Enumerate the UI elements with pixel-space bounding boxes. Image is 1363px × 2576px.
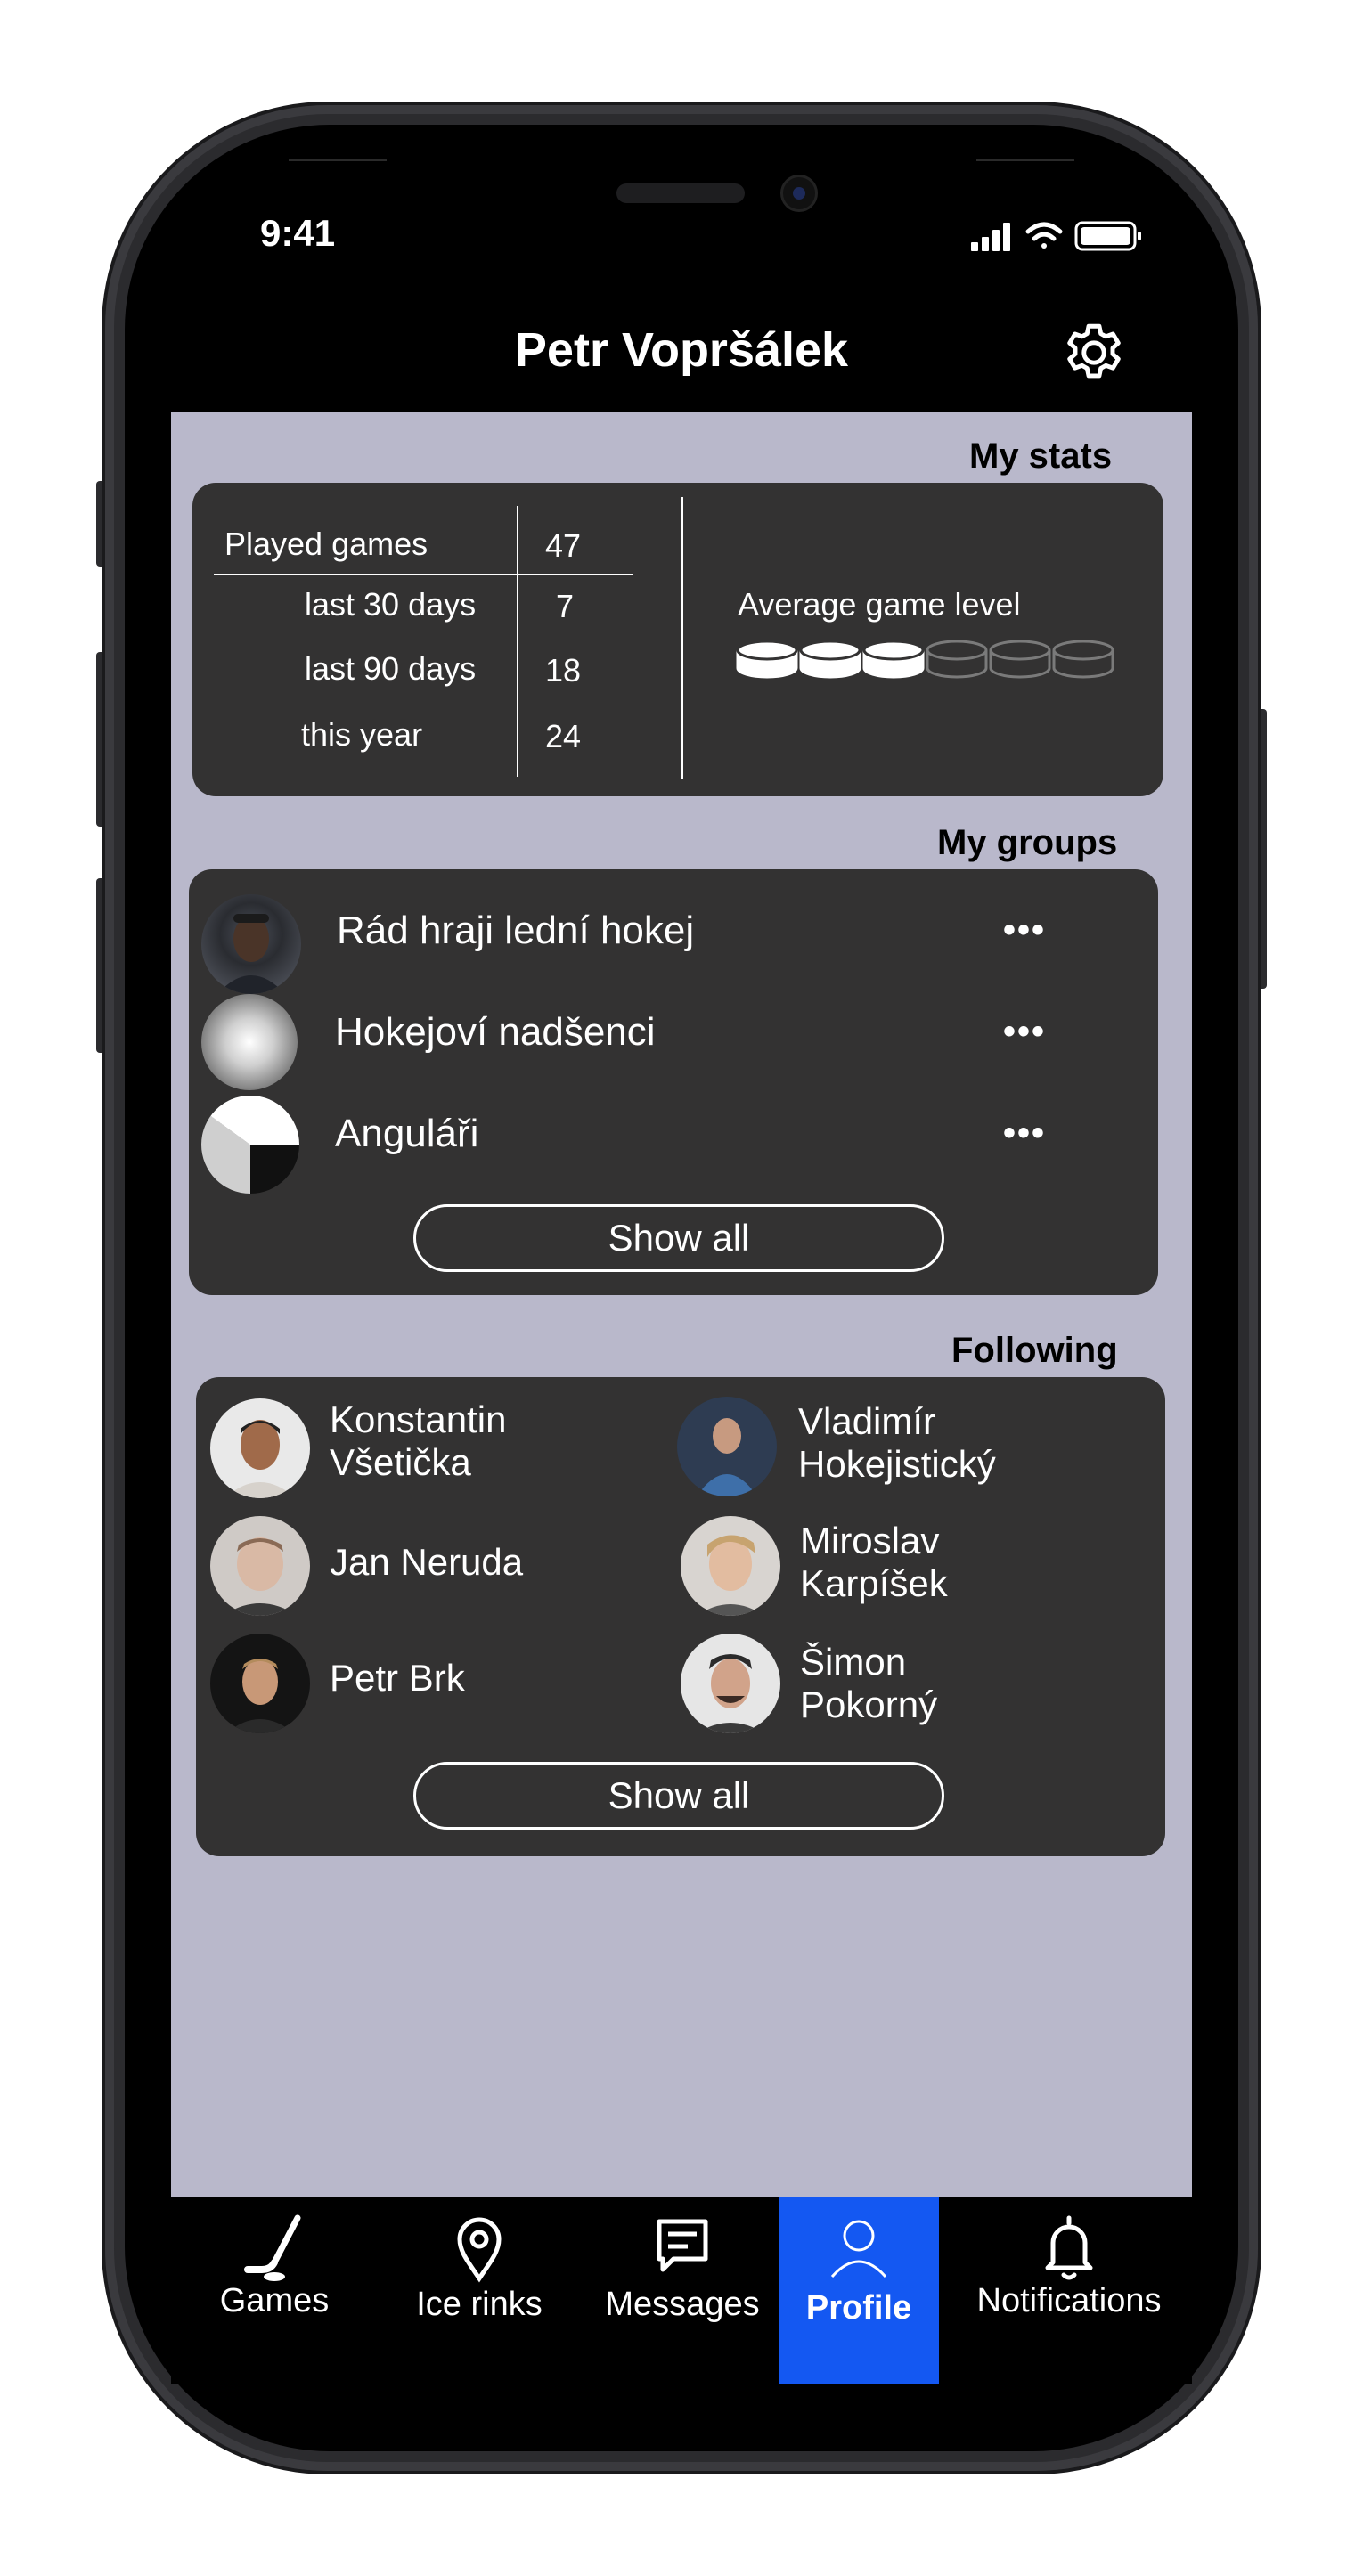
- nav-label: Ice rinks: [416, 2286, 543, 2323]
- person-avatar[interactable]: [210, 1516, 310, 1616]
- wifi-icon: [1025, 222, 1063, 249]
- nav-games[interactable]: Games: [203, 2197, 346, 2384]
- gear-icon[interactable]: [1057, 315, 1131, 390]
- person-avatar[interactable]: [210, 1398, 310, 1498]
- map-pin-icon: [457, 2217, 502, 2283]
- puck-empty: [989, 640, 1051, 679]
- group-name[interactable]: Anguláři: [335, 1112, 478, 1156]
- battery-icon: [1074, 221, 1141, 251]
- speaker-grille: [616, 183, 745, 203]
- hockey-stick-icon: [244, 2214, 301, 2281]
- group-name[interactable]: Rád hraji lední hokej: [337, 909, 694, 953]
- person-name[interactable]: Vladimír Hokejistický: [798, 1400, 996, 1486]
- puck-filled: [799, 640, 861, 679]
- stats-header-divider: [214, 574, 633, 575]
- game-level-meter: [736, 640, 1114, 679]
- more-options-icon[interactable]: •••: [1003, 910, 1046, 950]
- person-second-line: Hokejistický: [798, 1443, 996, 1485]
- puck-filled: [862, 640, 925, 679]
- status-time: 9:41: [260, 212, 336, 254]
- nav-label: Messages: [605, 2286, 760, 2323]
- bell-icon: [1045, 2215, 1093, 2280]
- person-avatar[interactable]: [677, 1397, 777, 1496]
- stat-value-90-days: 18: [545, 652, 582, 689]
- person-name[interactable]: Konstantin Všetička: [330, 1398, 506, 1484]
- person-first-line: Konstantin: [330, 1398, 507, 1440]
- stats-table-divider: [517, 506, 518, 777]
- message-icon: [657, 2219, 708, 2272]
- person-avatar[interactable]: [210, 1634, 310, 1733]
- person-second-line: Všetička: [330, 1441, 471, 1483]
- front-camera: [780, 175, 818, 212]
- section-title-groups: My groups: [937, 823, 1118, 862]
- user-icon: [830, 2220, 887, 2278]
- person-name[interactable]: Miroslav Karpíšek: [800, 1520, 948, 1605]
- nav-label: Profile: [805, 2289, 912, 2327]
- show-all-following-button[interactable]: Show all: [413, 1762, 944, 1830]
- puck-empty: [926, 640, 988, 679]
- stat-value-year: 24: [545, 718, 582, 754]
- stat-value-played: 47: [545, 527, 582, 564]
- stats-section-divider: [681, 497, 683, 779]
- speaker-line-left: [289, 159, 387, 161]
- person-name[interactable]: Petr Brk: [330, 1657, 465, 1700]
- puck-filled: [736, 640, 798, 679]
- section-title-stats: My stats: [969, 436, 1113, 476]
- more-options-icon[interactable]: •••: [1003, 1012, 1046, 1052]
- group-avatar[interactable]: [201, 994, 298, 1090]
- level-label: Average game level: [738, 586, 1021, 623]
- nav-notifications[interactable]: Notifications: [962, 2197, 1176, 2384]
- person-avatar[interactable]: [681, 1634, 780, 1733]
- person-second-line: Pokorný: [800, 1683, 938, 1725]
- speaker-line-right: [976, 159, 1074, 161]
- stat-label-played: Played games: [224, 526, 428, 562]
- stat-value-30-days: 7: [556, 588, 575, 624]
- stat-label-30-days: last 30 days: [305, 586, 477, 623]
- stat-label-90-days: last 90 days: [305, 650, 477, 687]
- person-first-line: Jan Neruda: [330, 1541, 524, 1583]
- nav-messages[interactable]: Messages: [595, 2197, 770, 2384]
- nav-profile[interactable]: Profile: [779, 2197, 939, 2384]
- nav-label: Games: [219, 2282, 330, 2319]
- person-first-line: Šimon: [800, 1641, 907, 1683]
- more-options-icon[interactable]: •••: [1003, 1113, 1046, 1153]
- person-avatar[interactable]: [681, 1516, 780, 1616]
- group-avatar[interactable]: [201, 894, 301, 994]
- show-all-groups-button[interactable]: Show all: [413, 1204, 944, 1272]
- nav-label: Notifications: [976, 2282, 1162, 2319]
- signal-icon: [971, 223, 1010, 251]
- group-name[interactable]: Hokejoví nadšenci: [335, 1010, 656, 1055]
- person-name[interactable]: Jan Neruda: [330, 1541, 523, 1584]
- group-avatar[interactable]: [201, 1096, 299, 1194]
- page-title: Petr Vopršálek: [514, 323, 849, 377]
- status-icons: [971, 221, 1141, 251]
- person-first-line: Miroslav: [800, 1520, 940, 1561]
- nav-ice-rinks[interactable]: Ice rinks: [399, 2197, 559, 2384]
- person-first-line: Vladimír: [798, 1400, 936, 1442]
- stat-label-year: this year: [301, 716, 423, 753]
- person-first-line: Petr Brk: [330, 1657, 465, 1699]
- person-second-line: Karpíšek: [800, 1562, 948, 1604]
- puck-empty: [1052, 640, 1114, 679]
- section-title-following: Following: [951, 1331, 1118, 1370]
- person-name[interactable]: Šimon Pokorný: [800, 1641, 937, 1726]
